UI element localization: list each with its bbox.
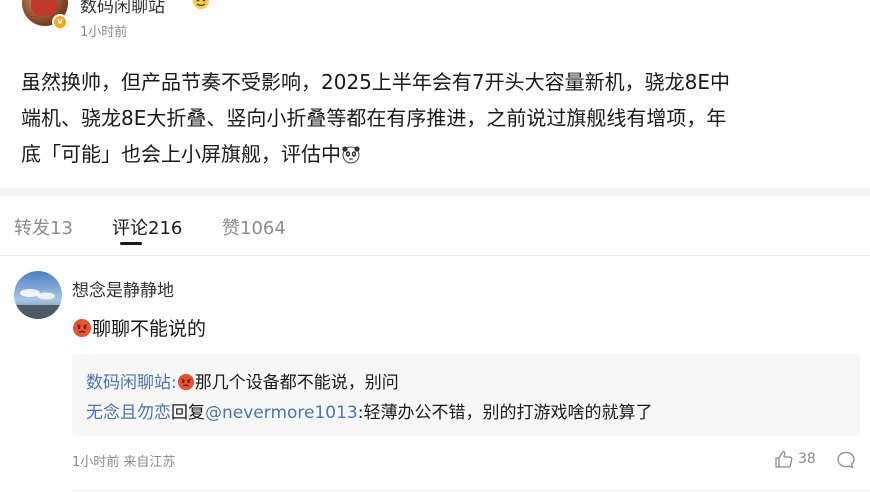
active-tab-indicator	[120, 242, 142, 245]
comment-meta: 1小时前 来自江苏	[72, 455, 176, 470]
post-body: 虽然换帅，但产品节奏不受影响，2025上半年会有7开头大容量新机，骁龙8E中 端…	[21, 64, 857, 172]
comment-text-body: 聊聊不能说的	[92, 318, 207, 340]
post-body-line: 底「可能」也会上小屏旗舰，评估中	[21, 136, 857, 172]
post-header: v 数码闲聊站 1小时前	[0, 0, 870, 48]
reply-mention[interactable]: @nevermore1013	[205, 403, 358, 423]
commenter-name[interactable]: 想念是静静地	[72, 276, 174, 301]
thumbs-up-icon	[775, 450, 793, 468]
post-body-line: 端机、骁龙8E大折叠、竖向小折叠等都在有序推进，之前说过旗舰线有增项，年	[21, 106, 727, 130]
reply-text: :轻薄办公不错，别的打游戏啥的就算了	[357, 403, 653, 423]
tab-likes[interactable]: 赞1064	[222, 214, 286, 240]
reply-author[interactable]: 数码闲聊站:	[86, 373, 177, 393]
fan-badge-icon	[193, 0, 209, 9]
reply-box[interactable]: 数码闲聊站: 那几个设备都不能说，别问 无念且勿恋回复@nevermore101…	[72, 354, 860, 436]
reply-text: 那几个设备都不能说，别问	[194, 373, 399, 393]
verified-badge-icon: v	[52, 14, 68, 30]
like-count: 38	[798, 451, 816, 467]
reply-keyword: 回复	[171, 403, 205, 423]
section-divider	[0, 188, 870, 196]
tab-comments[interactable]: 评论216	[112, 214, 182, 240]
reply-author[interactable]: 无念且勿恋	[86, 403, 171, 423]
post-time: 1小时前	[80, 25, 128, 40]
commenter-avatar[interactable]	[14, 271, 62, 319]
post-body-text: 底「可能」也会上小屏旗舰，评估中	[21, 142, 341, 166]
divider	[0, 255, 870, 256]
reply-comment-icon[interactable]	[836, 450, 856, 470]
comment-text: 聊聊不能说的	[72, 314, 206, 341]
tab-repost[interactable]: 转发13	[14, 214, 73, 240]
post-body-line: 虽然换帅，但产品节奏不受影响，2025上半年会有7开头大容量新机，骁龙8E中	[21, 70, 730, 94]
angry-face-emoji-icon	[177, 373, 194, 391]
reply-item: 无念且勿恋回复@nevermore1013:轻薄办公不错，别的打游戏啥的就算了	[86, 398, 652, 423]
divider	[72, 490, 870, 491]
reply-item: 数码闲聊站: 那几个设备都不能说，别问	[86, 368, 399, 393]
author-name[interactable]: 数码闲聊站	[80, 0, 165, 17]
engagement-tabs: 转发13 评论216 赞1064	[0, 196, 870, 252]
angry-face-emoji-icon	[73, 319, 91, 337]
panda-emoji-icon	[342, 146, 360, 164]
